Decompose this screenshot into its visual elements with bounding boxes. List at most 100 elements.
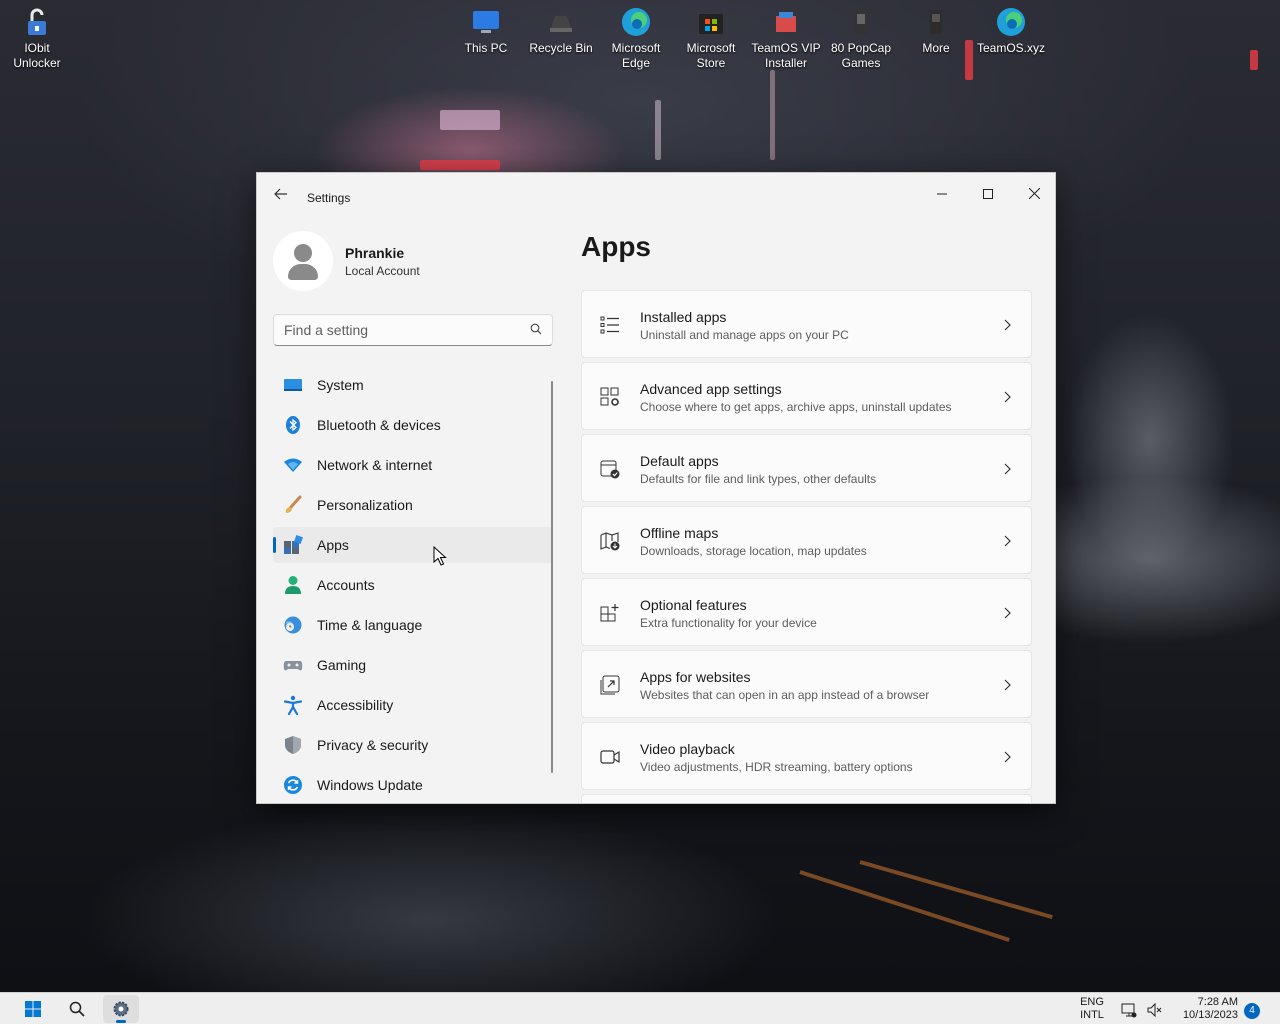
sidebar-item-label: Accessibility xyxy=(317,697,394,713)
sidebar-scrollbar[interactable] xyxy=(551,381,553,773)
card-title: Apps for websites xyxy=(640,669,751,685)
language-indicator[interactable]: ENG INTL xyxy=(1070,996,1114,1022)
card-description: Extra functionality for your device xyxy=(640,616,817,630)
sidebar-item-apps[interactable]: Apps xyxy=(273,527,553,563)
video-camera-icon xyxy=(600,750,620,764)
desktop-icon-more[interactable]: More xyxy=(899,0,973,56)
search-icon xyxy=(69,1001,85,1017)
sidebar-item-bluetooth[interactable]: Bluetooth & devices xyxy=(273,407,553,443)
sidebar-item-system[interactable]: System xyxy=(273,367,553,403)
shield-icon xyxy=(285,736,301,754)
avatar-head xyxy=(294,244,312,262)
chevron-right-icon xyxy=(1004,535,1011,547)
desktop-icon-iobit-unlocker[interactable]: IObit Unlocker xyxy=(0,0,74,71)
desktop-icon-label: Microsoft Edge xyxy=(611,41,661,70)
desktop-icon-microsoft-edge[interactable]: Microsoft Edge xyxy=(599,0,673,71)
list-icon xyxy=(600,316,619,334)
profile-name: Phrankie xyxy=(345,245,405,261)
unlock-icon xyxy=(21,6,53,38)
clock[interactable]: 7:28 AM 10/13/2023 xyxy=(1168,996,1238,1022)
language-code: ENG xyxy=(1080,996,1104,1008)
gamepad-icon xyxy=(283,661,303,671)
search-box[interactable] xyxy=(273,314,553,346)
title-bar[interactable]: Settings xyxy=(257,173,1055,221)
selection-indicator xyxy=(273,537,276,553)
back-arrow-icon xyxy=(274,188,287,200)
card-description: Downloads, storage location, map updates xyxy=(640,544,867,558)
sidebar-item-time-language[interactable]: Time & language xyxy=(273,607,553,643)
card-default-apps[interactable]: Default apps Defaults for file and link … xyxy=(581,434,1032,502)
default-apps-icon xyxy=(600,460,620,479)
search-input[interactable] xyxy=(274,315,514,345)
open-external-icon xyxy=(600,675,620,695)
sidebar-item-label: Network & internet xyxy=(317,457,433,473)
chevron-right-icon xyxy=(1004,751,1011,763)
card-offline-maps[interactable]: Offline maps Downloads, storage location… xyxy=(581,506,1032,574)
sidebar-item-label: Time & language xyxy=(317,617,423,633)
sidebar-item-label: Gaming xyxy=(317,657,367,673)
chevron-right-icon xyxy=(1004,679,1011,691)
bluetooth-icon xyxy=(286,416,300,434)
maximize-icon xyxy=(983,189,993,199)
wallpaper-streak xyxy=(420,160,500,170)
chevron-right-icon xyxy=(1004,391,1011,403)
minimize-button[interactable] xyxy=(919,179,965,209)
sidebar-item-personalization[interactable]: Personalization xyxy=(273,487,553,523)
search-button[interactable] xyxy=(59,995,95,1023)
brush-icon xyxy=(285,495,302,513)
card-title: Optional features xyxy=(640,597,747,613)
sidebar-item-label: Accounts xyxy=(317,577,375,593)
desktop-icon-label: Microsoft Store xyxy=(686,41,736,70)
notification-badge[interactable]: 4 xyxy=(1244,1003,1260,1019)
card-title: Default apps xyxy=(640,453,719,469)
card-optional-features[interactable]: Optional features Extra functionality fo… xyxy=(581,578,1032,646)
start-button[interactable] xyxy=(15,995,51,1023)
apps-icon xyxy=(284,535,303,554)
settings-gear-icon xyxy=(113,1001,129,1017)
sidebar-item-windows-update[interactable]: Windows Update xyxy=(273,767,553,803)
taskbar: ENG INTL 7:28 AM 10/13/2023 4 xyxy=(0,992,1280,1024)
desktop-icon-teamos-xyz[interactable]: TeamOS.xyz xyxy=(974,0,1048,56)
volume-tray-icon[interactable] xyxy=(1143,995,1165,1023)
settings-window: Settings Phrankie Local Account System B… xyxy=(256,172,1056,804)
card-description: Websites that can open in an app instead… xyxy=(640,688,930,702)
desktop-icon-recycle-bin[interactable]: Recycle Bin xyxy=(524,0,598,56)
maximize-button[interactable] xyxy=(965,179,1011,209)
sidebar-item-accounts[interactable]: Accounts xyxy=(273,567,553,603)
back-button[interactable] xyxy=(271,187,291,207)
card-installed-apps[interactable]: Installed apps Uninstall and manage apps… xyxy=(581,290,1032,358)
avatar xyxy=(273,231,333,291)
accessibility-icon xyxy=(283,695,303,715)
desktop-icon-microsoft-store[interactable]: Microsoft Store xyxy=(674,0,748,71)
desktop-icon-label: This PC xyxy=(464,41,508,55)
avatar-body xyxy=(288,264,318,280)
card-advanced-app-settings[interactable]: Advanced app settings Choose where to ge… xyxy=(581,362,1032,430)
network-tray-icon[interactable] xyxy=(1118,995,1140,1023)
notification-count: 4 xyxy=(1249,1005,1255,1016)
sidebar-item-privacy-security[interactable]: Privacy & security xyxy=(273,727,553,763)
desktop-icon-label: TeamOS.xyz xyxy=(976,41,1045,55)
desktop-icon-popcap-games[interactable]: 80 PopCap Games xyxy=(824,0,898,71)
apps-settings-list: Installed apps Uninstall and manage apps… xyxy=(581,290,1032,803)
add-feature-icon xyxy=(600,604,619,622)
windows-logo-icon xyxy=(25,1001,41,1017)
close-button[interactable] xyxy=(1011,179,1055,209)
sidebar-item-network[interactable]: Network & internet xyxy=(273,447,553,483)
desktop-icon-teamos-vip-installer[interactable]: TeamOS VIP Installer xyxy=(749,0,823,71)
card-video-playback[interactable]: Video playback Video adjustments, HDR st… xyxy=(581,722,1032,790)
edge-icon xyxy=(995,6,1027,38)
card-partial-next[interactable] xyxy=(581,794,1032,803)
desktop-icon-this-pc[interactable]: This PC xyxy=(449,0,523,56)
sidebar-item-gaming[interactable]: Gaming xyxy=(273,647,553,683)
wallpaper-road-line xyxy=(859,860,1053,920)
card-apps-for-websites[interactable]: Apps for websites Websites that can open… xyxy=(581,650,1032,718)
page-title: Apps xyxy=(581,231,651,262)
taskbar-settings-app[interactable] xyxy=(103,995,139,1023)
desktop-icon-label: More xyxy=(922,41,950,55)
user-profile[interactable]: Phrankie Local Account xyxy=(273,229,563,293)
close-icon xyxy=(1028,187,1040,200)
sidebar-item-label: Privacy & security xyxy=(317,737,429,753)
sidebar-item-accessibility[interactable]: Accessibility xyxy=(273,687,553,723)
desktop-icon-label: TeamOS VIP Installer xyxy=(751,41,821,70)
profile-account-type: Local Account xyxy=(345,264,420,278)
